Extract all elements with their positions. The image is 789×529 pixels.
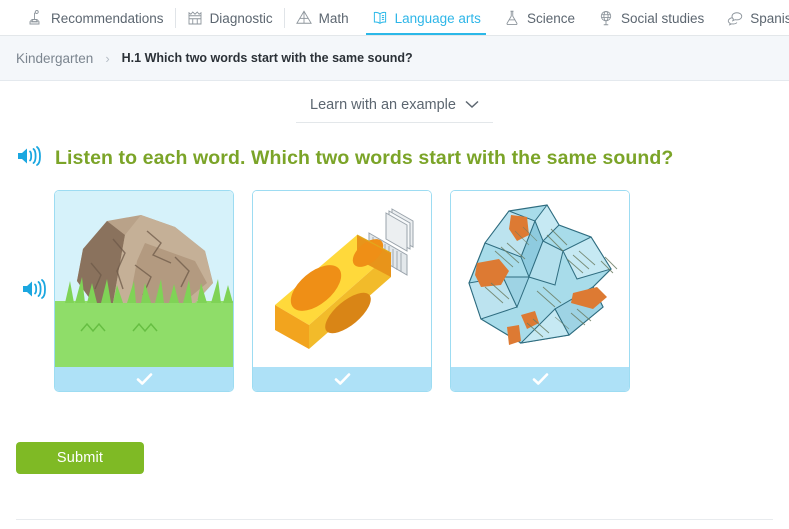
map-check-bar[interactable]: [451, 367, 629, 391]
active-tab-underline: [365, 33, 486, 36]
matches-check-bar[interactable]: [253, 367, 431, 391]
check-icon: [532, 372, 549, 386]
check-icon: [136, 372, 153, 386]
pyramid-icon: [295, 9, 313, 27]
check-icon: [334, 372, 351, 386]
footer-divider: [16, 519, 773, 520]
speaker-icon[interactable]: [21, 278, 47, 305]
map-image: [451, 191, 629, 367]
learn-example-row: Learn with an example: [0, 81, 789, 123]
nav-label-recommendations: Recommendations: [51, 10, 164, 26]
primary-navigation: Recommendations Diagnostic Math Language…: [0, 0, 789, 36]
rock-check-bar[interactable]: [55, 367, 233, 391]
nav-item-language-arts[interactable]: Language arts: [360, 0, 492, 36]
castle-icon: [186, 9, 204, 27]
answer-options-row: [0, 190, 789, 392]
nav-item-social-studies[interactable]: Social studies: [586, 0, 715, 36]
speech-bubbles-icon: [726, 9, 744, 27]
answer-option-matches[interactable]: [252, 190, 432, 392]
answer-option-rock[interactable]: [54, 190, 234, 392]
chevron-down-icon: [465, 97, 479, 113]
nav-label-diagnostic: Diagnostic: [209, 10, 273, 26]
question-row: Listen to each word. Which two words sta…: [0, 123, 789, 172]
breadcrumb-grade[interactable]: Kindergarten: [16, 51, 93, 66]
answer-cards: [54, 190, 630, 392]
rock-image: [55, 191, 233, 367]
speaker-icon[interactable]: [16, 145, 42, 172]
nav-label-language-arts: Language arts: [394, 10, 481, 26]
matches-image: [253, 191, 431, 367]
submit-button[interactable]: Submit: [16, 442, 144, 474]
nav-label-science: Science: [526, 10, 575, 26]
nav-label-spanish: Spanish: [750, 10, 789, 26]
breadcrumb-separator-icon: ›: [105, 50, 110, 66]
globe-icon: [597, 9, 615, 27]
answer-option-map[interactable]: [450, 190, 630, 392]
breadcrumb-skill-title: H.1 Which two words start with the same …: [121, 51, 413, 65]
nav-item-science[interactable]: Science: [492, 0, 586, 36]
podium-icon: [27, 9, 45, 27]
submit-row: Submit: [0, 392, 789, 474]
answers-speaker-wrap: [14, 278, 54, 305]
nav-item-diagnostic[interactable]: Diagnostic: [174, 0, 284, 36]
open-book-icon: [371, 9, 389, 27]
question-text: Listen to each word. Which two words sta…: [55, 147, 674, 169]
learn-with-example-label: Learn with an example: [310, 97, 456, 113]
nav-item-spanish[interactable]: Spanish: [715, 0, 789, 36]
learn-with-example-button[interactable]: Learn with an example: [296, 93, 493, 123]
nav-item-math[interactable]: Math: [283, 0, 360, 36]
nav-item-recommendations[interactable]: Recommendations: [16, 0, 175, 36]
nav-label-social-studies: Social studies: [620, 10, 705, 26]
nav-label-math: Math: [318, 10, 349, 26]
flask-icon: [503, 9, 521, 27]
breadcrumb: Kindergarten › H.1 Which two words start…: [0, 36, 789, 81]
